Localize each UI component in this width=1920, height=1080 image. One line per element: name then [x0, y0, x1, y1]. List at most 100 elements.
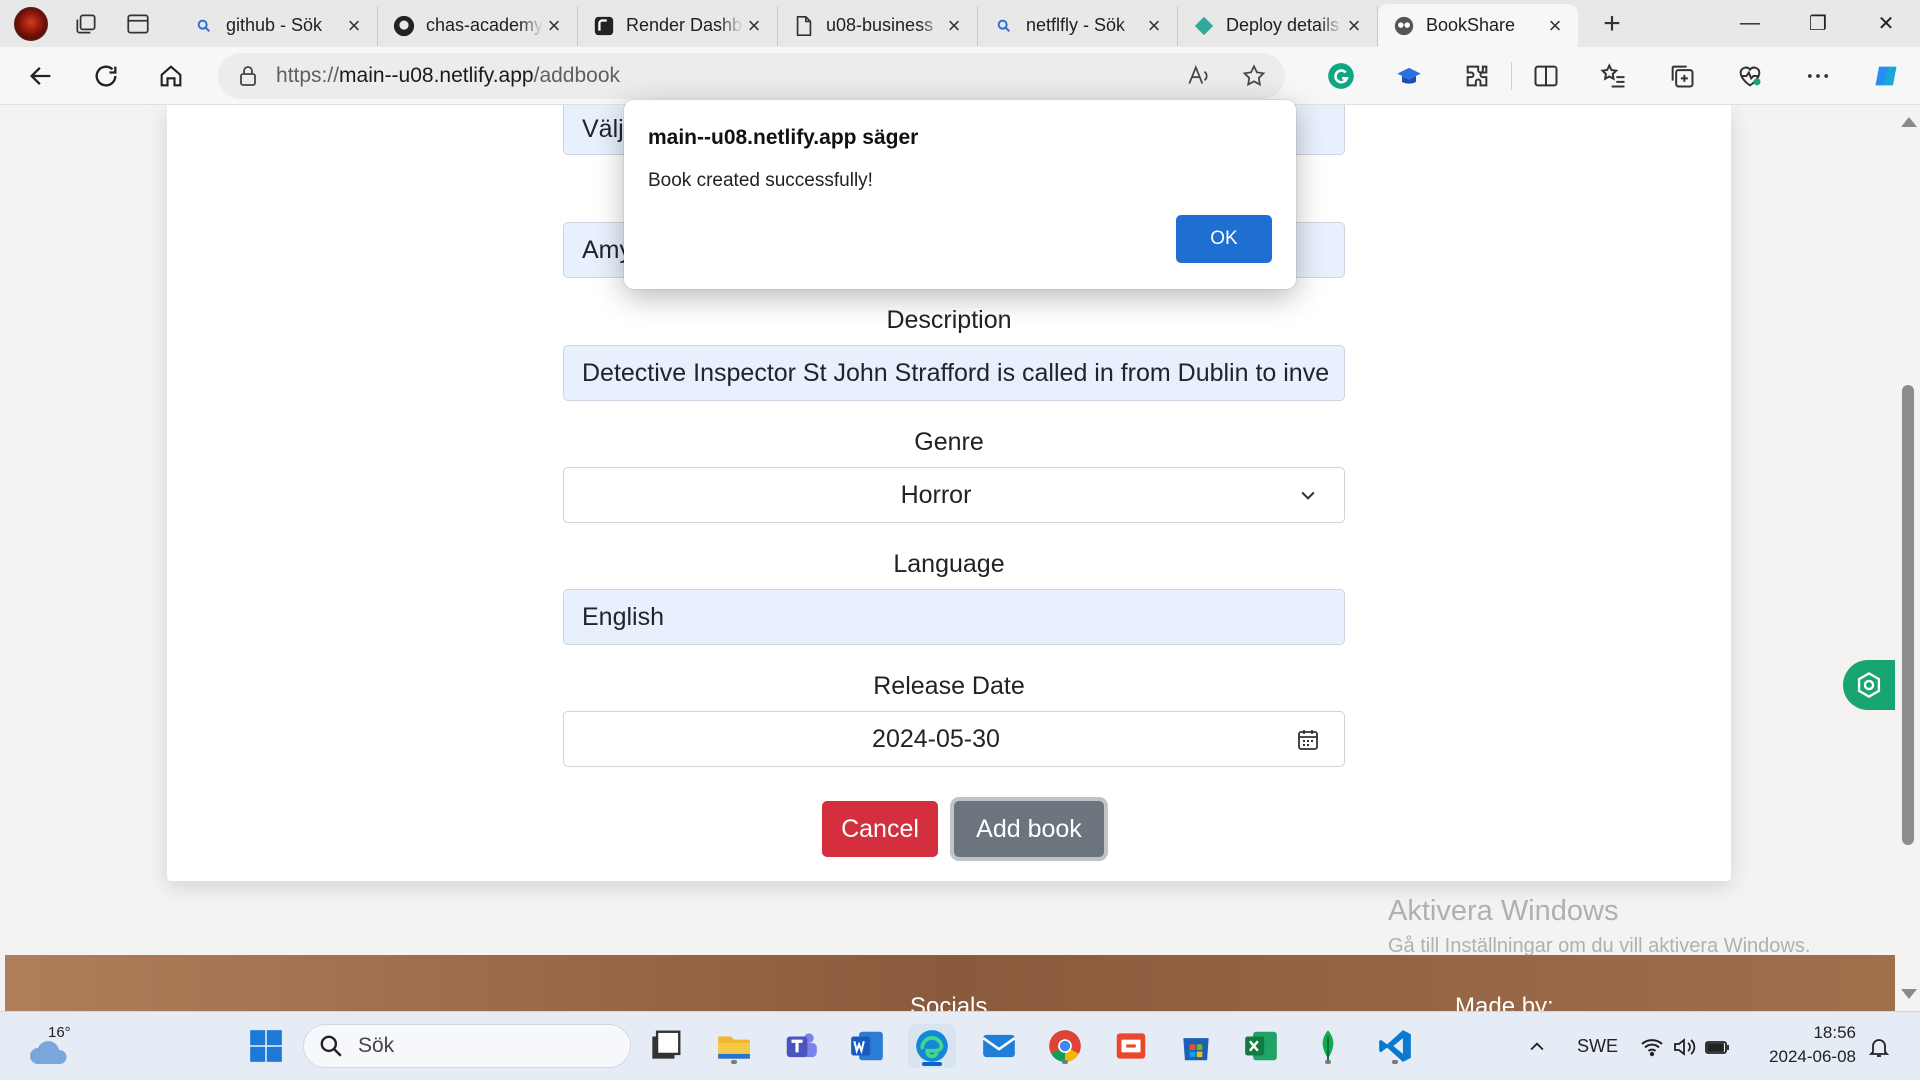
collections-button[interactable]: [1648, 54, 1716, 98]
description-field[interactable]: Detective Inspector St John Strafford is…: [563, 345, 1345, 401]
profile-avatar[interactable]: [14, 6, 48, 41]
heart-pulse-icon: [1739, 66, 1761, 87]
start-button[interactable]: [242, 1024, 290, 1068]
quick-settings[interactable]: [1640, 1012, 1732, 1080]
weather-widget[interactable]: 16°: [28, 1024, 78, 1066]
extensions-button[interactable]: [1443, 54, 1511, 98]
favorite-star-icon[interactable]: [1241, 63, 1267, 89]
input-language[interactable]: SWE: [1577, 1012, 1618, 1080]
tab-github-search[interactable]: github - Sök ×: [178, 5, 378, 46]
home-button[interactable]: [143, 54, 198, 98]
taskbar-vscode[interactable]: [1371, 1024, 1419, 1068]
lock-icon[interactable]: [236, 64, 260, 88]
close-window-icon[interactable]: ✕: [1852, 0, 1920, 47]
tab-title: u08-business: [826, 15, 934, 35]
taskbar-search[interactable]: Sök: [303, 1024, 631, 1068]
taskbar-office-app[interactable]: [1107, 1024, 1155, 1068]
tab-netflfly-search[interactable]: netflfly - Sök ×: [978, 5, 1178, 46]
taskbar-word[interactable]: [843, 1024, 891, 1068]
tab-deploy-details[interactable]: Deploy details ×: [1178, 5, 1378, 46]
description-value: Detective Inspector St John Strafford is…: [582, 358, 1330, 387]
vertical-tabs-button[interactable]: [116, 6, 160, 42]
office-app-icon: [1116, 1033, 1146, 1059]
tab-bookshare[interactable]: BookShare ×: [1378, 4, 1578, 47]
close-tab-icon[interactable]: ×: [743, 14, 765, 37]
collections-icon: [1671, 65, 1694, 87]
genre-label: Genre: [914, 428, 984, 456]
dialog-title: main--u08.netlify.app säger: [648, 126, 919, 149]
close-tab-icon[interactable]: ×: [1143, 14, 1165, 37]
split-screen-button[interactable]: [1512, 54, 1580, 98]
top-select-value: Välj: [582, 115, 624, 143]
restore-icon[interactable]: ❐: [1784, 0, 1852, 47]
tab-render-dashboard[interactable]: Render Dashboard ×: [578, 5, 778, 46]
url-scheme: https://: [276, 63, 340, 87]
add-book-button[interactable]: Add book: [954, 801, 1104, 857]
running-indicator: [1062, 1060, 1068, 1064]
browser-tab-strip: github - Sök × chas-academy × Render Das…: [0, 0, 1920, 47]
show-hidden-icons-button[interactable]: [1527, 1012, 1547, 1080]
release-date-value: 2024-05-30: [872, 724, 1000, 753]
dialog-ok-button[interactable]: OK: [1176, 215, 1272, 263]
tab-u08-business[interactable]: u08-business ×: [778, 5, 978, 46]
new-tab-button[interactable]: +: [1590, 4, 1634, 44]
scroll-up-arrow-icon[interactable]: [1901, 117, 1917, 127]
taskbar-mongodb[interactable]: [1304, 1024, 1352, 1068]
description-label: Description: [886, 306, 1012, 334]
bookshare-icon: [1392, 14, 1416, 38]
taskbar-edge[interactable]: [908, 1024, 956, 1068]
language-field[interactable]: English: [563, 589, 1345, 645]
close-tab-icon[interactable]: ×: [1343, 14, 1365, 37]
taskbar-task-view[interactable]: [641, 1024, 689, 1068]
close-tab-icon[interactable]: ×: [1544, 14, 1566, 37]
taskbar-excel[interactable]: [1237, 1024, 1285, 1068]
store-icon: [1183, 1038, 1209, 1061]
calendar-icon[interactable]: [1296, 728, 1320, 752]
taskbar-teams[interactable]: [777, 1024, 825, 1068]
hexagon-icon: [1857, 671, 1881, 699]
refresh-icon: [95, 65, 117, 87]
workspaces-button[interactable]: [64, 6, 108, 42]
footer-socials-heading: Socials: [910, 993, 988, 1011]
grammarly-extension[interactable]: [1307, 54, 1375, 98]
close-tab-icon[interactable]: ×: [343, 14, 365, 37]
close-tab-icon[interactable]: ×: [943, 14, 965, 37]
window-controls: — ❐ ✕: [1716, 0, 1920, 47]
taskbar-chrome[interactable]: [1041, 1024, 1089, 1068]
taskbar-mail[interactable]: [975, 1024, 1023, 1068]
read-aloud-icon[interactable]: [1185, 63, 1211, 89]
tab-title: BookShare: [1426, 15, 1516, 35]
puzzle-icon: [1466, 65, 1488, 86]
cancel-button[interactable]: Cancel: [822, 801, 938, 857]
url-text[interactable]: https://main--u08.netlify.app/addbook: [276, 64, 620, 88]
minimize-icon[interactable]: —: [1716, 0, 1784, 47]
tab-chas-academy[interactable]: chas-academy ×: [378, 5, 578, 46]
back-button[interactable]: [14, 54, 69, 98]
workspaces-icon: [76, 13, 96, 34]
favorites-button[interactable]: [1580, 54, 1648, 98]
scroll-thumb[interactable]: [1902, 385, 1914, 845]
tab-title: github - Sök: [226, 15, 323, 35]
running-indicator: [1325, 1060, 1331, 1064]
genre-select[interactable]: Horror: [563, 467, 1345, 523]
notifications-button[interactable]: [1867, 1012, 1891, 1080]
browser-essentials-button[interactable]: [1716, 54, 1784, 98]
refresh-button[interactable]: [79, 54, 134, 98]
close-tab-icon[interactable]: ×: [543, 14, 565, 37]
scroll-down-arrow-icon[interactable]: [1901, 989, 1917, 999]
chevron-up-icon: [1530, 1041, 1544, 1050]
shield-extension[interactable]: [1375, 54, 1443, 98]
taskbar-search-placeholder: Sök: [358, 1034, 395, 1057]
taskbar-file-explorer[interactable]: [710, 1024, 758, 1068]
side-assistant-widget[interactable]: [1843, 660, 1895, 710]
clock[interactable]: 18:56 2024-06-08: [1756, 1021, 1856, 1069]
more-menu-button[interactable]: [1784, 54, 1852, 98]
back-arrow-icon: [30, 66, 51, 85]
teams-icon: [786, 1033, 817, 1058]
page-scrollbar[interactable]: [1895, 105, 1920, 1011]
copilot-button[interactable]: [1852, 54, 1920, 98]
release-date-field[interactable]: 2024-05-30: [563, 711, 1345, 767]
address-bar[interactable]: https://main--u08.netlify.app/addbook: [218, 52, 1285, 99]
home-icon: [160, 64, 182, 86]
taskbar-store[interactable]: [1172, 1024, 1220, 1068]
